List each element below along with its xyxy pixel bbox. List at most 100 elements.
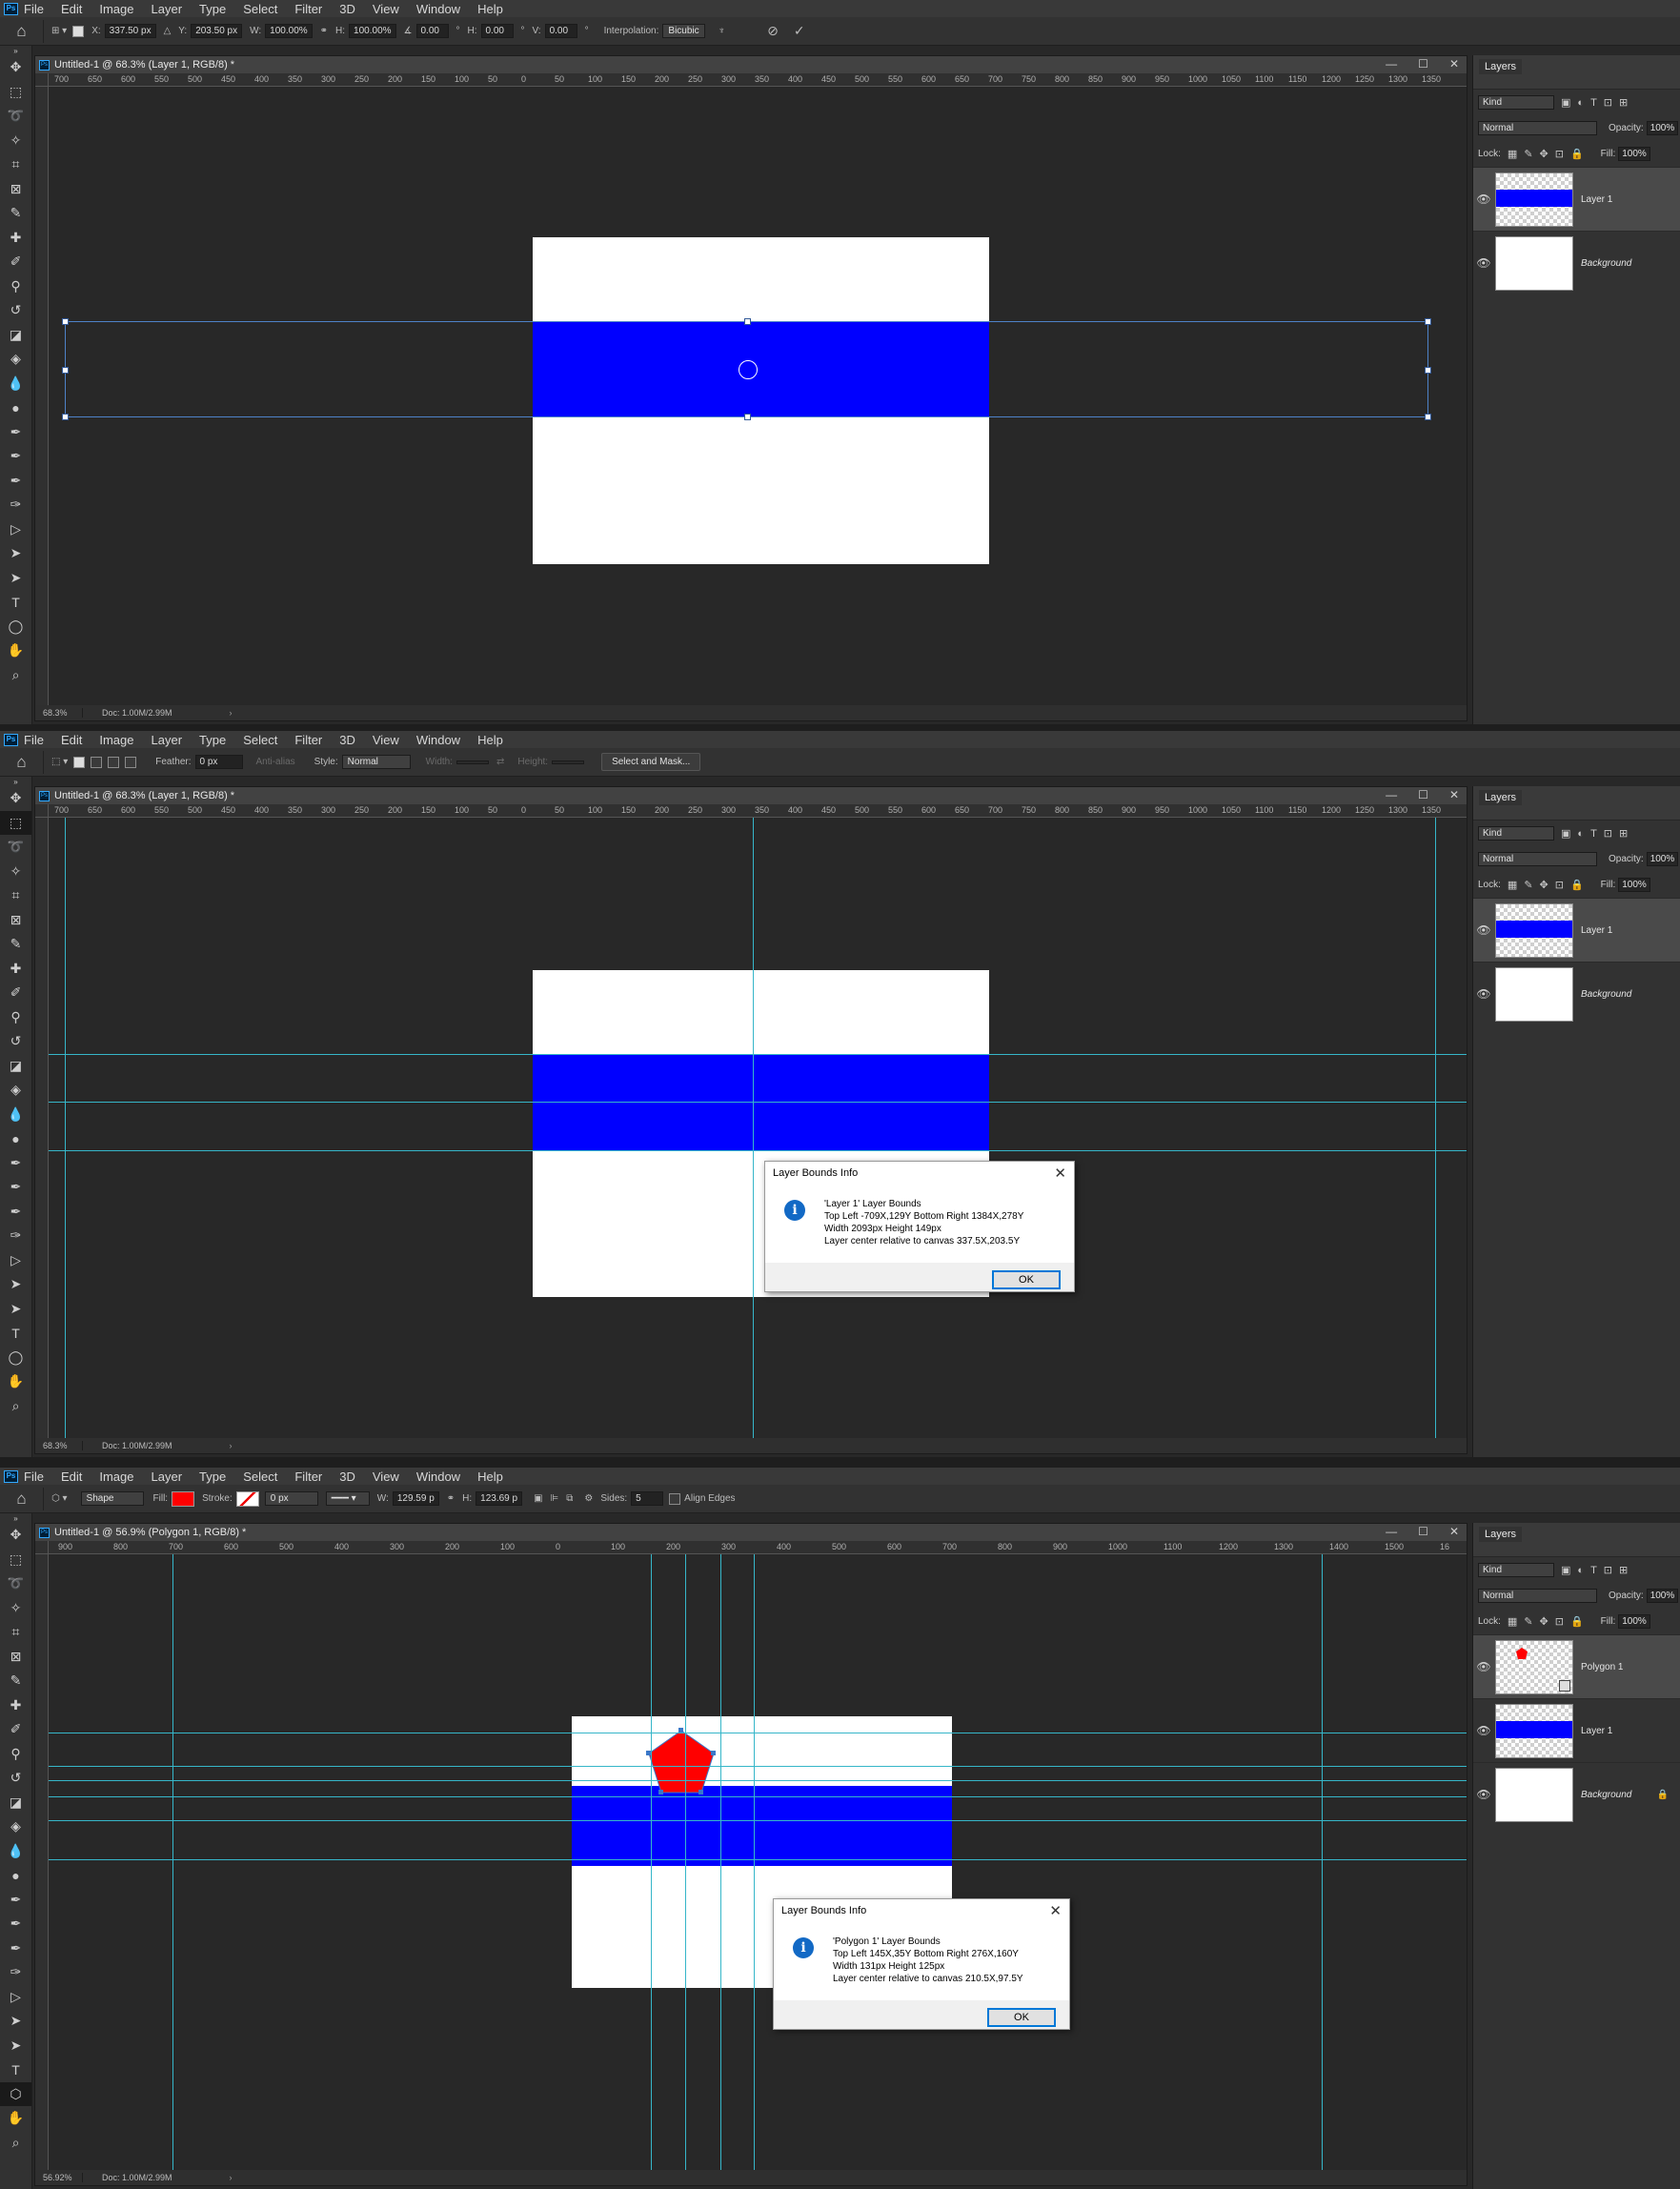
path-operations-icon[interactable]: ▣ (534, 1493, 542, 1504)
eyedropper-tool-icon[interactable]: ✎ (0, 1669, 31, 1693)
hand-tool-icon[interactable]: ✋ (0, 1369, 31, 1394)
height-field[interactable]: 100.00% (349, 24, 396, 38)
pen-tool-4-icon[interactable]: ✑ (0, 1224, 31, 1248)
add-selection-icon[interactable] (91, 756, 103, 768)
guide-vertical[interactable] (651, 1554, 652, 2170)
vskew-field[interactable]: 0.00 (544, 24, 577, 38)
layer-row[interactable]: 👁 Layer 1 (1473, 898, 1680, 962)
ok-button[interactable]: OK (992, 1270, 1061, 1289)
menu-3d[interactable]: 3D (339, 1469, 355, 1484)
ruler-corner[interactable] (35, 804, 49, 818)
visibility-eye-icon[interactable]: 👁 (1473, 1724, 1494, 1737)
reference-point-icon[interactable]: ⊞ ▾ (51, 26, 67, 36)
crop-tool-icon[interactable]: ⌗ (0, 883, 31, 908)
dodge-tool-icon[interactable]: ● (0, 395, 31, 420)
reference-checkbox[interactable] (72, 25, 85, 37)
healing-tool-icon[interactable]: ✚ (0, 1693, 31, 1718)
stroke-type-select[interactable]: ━━━ ▾ (325, 1491, 370, 1506)
layers-tab[interactable]: Layers (1473, 786, 1680, 821)
y-field[interactable]: 203.50 px (191, 24, 243, 38)
ok-button[interactable]: OK (987, 2008, 1056, 2027)
collapse-icon[interactable]: » (0, 46, 31, 55)
status-arrow-icon[interactable]: › (230, 1441, 233, 1450)
ruler-horizontal[interactable]: 900 800 700 600 500 400 300 200 100 0 100 200 300 400… (49, 1541, 1467, 1554)
menu-view[interactable]: View (373, 2, 399, 16)
guide-horizontal[interactable] (49, 1780, 1467, 1781)
polygon-preset-icon[interactable]: ⬡ ▾ (51, 1493, 68, 1504)
menu-window[interactable]: Window (416, 2, 460, 16)
lock-paint-icon[interactable]: ✎ (1524, 879, 1532, 891)
handle-top-mid[interactable] (744, 318, 751, 325)
pen-tool-4-icon[interactable]: ✑ (0, 1960, 31, 1985)
eyedropper-tool-icon[interactable]: ✎ (0, 201, 31, 226)
link-icon[interactable]: ⚭ (447, 1493, 455, 1504)
ruler-corner[interactable] (35, 1541, 49, 1554)
menu-filter[interactable]: Filter (294, 733, 322, 747)
healing-tool-icon[interactable]: ✚ (0, 226, 31, 251)
close-icon[interactable]: ✕ (1449, 1525, 1459, 1538)
canvas-area[interactable] (49, 818, 1467, 1438)
menu-image[interactable]: Image (99, 1469, 133, 1484)
zoom-level[interactable]: 68.3% (35, 708, 83, 718)
ruler-corner[interactable] (35, 73, 49, 87)
visibility-eye-icon[interactable]: 👁 (1473, 1660, 1494, 1673)
stamp-tool-icon[interactable]: ⚲ (0, 1742, 31, 1767)
layer-row[interactable]: 👁 Background (1473, 962, 1680, 1025)
fill-field[interactable]: 100% (1618, 878, 1650, 892)
eraser-tool-icon[interactable]: ◪ (0, 1054, 31, 1079)
frame-tool-icon[interactable]: ⊠ (0, 908, 31, 933)
width-field[interactable]: 100.00% (265, 24, 313, 38)
doc-info[interactable]: Doc: 1.00M/2.99M (102, 708, 172, 718)
handle-top-left[interactable] (62, 318, 69, 325)
filter-pixel-icon[interactable]: ▣ (1561, 96, 1570, 109)
guide-vertical[interactable] (754, 1554, 755, 2170)
sides-field[interactable]: 5 (631, 1491, 664, 1506)
guide-vertical[interactable] (1322, 1554, 1323, 2170)
menu-help[interactable]: Help (477, 733, 503, 747)
kind-filter-select[interactable]: Kind (1478, 95, 1554, 110)
layer-row[interactable]: 👁 Layer 1 (1473, 167, 1680, 231)
maximize-icon[interactable]: ☐ (1418, 57, 1428, 71)
document-tab[interactable]: Ps Untitled-1 @ 68.3% (Layer 1, RGB/8) *… (35, 787, 1467, 804)
pen-tool-icon[interactable]: ✒ (0, 1151, 31, 1176)
lock-artboard-icon[interactable]: ⊡ (1555, 148, 1564, 160)
pen-tool-icon[interactable]: ✒ (0, 420, 31, 445)
menu-select[interactable]: Select (243, 1469, 277, 1484)
menu-3d[interactable]: 3D (339, 733, 355, 747)
guide-horizontal[interactable] (49, 1859, 1467, 1860)
menu-window[interactable]: Window (416, 733, 460, 747)
lasso-tool-icon[interactable]: ➰ (0, 1571, 31, 1596)
menu-type[interactable]: Type (199, 733, 226, 747)
lock-all-icon[interactable]: 🔒 (1570, 879, 1584, 891)
style-select[interactable]: Normal (341, 755, 411, 769)
zoom-tool-icon[interactable]: ⌕ (0, 2131, 31, 2156)
filter-shape-icon[interactable]: ⊡ (1604, 1564, 1612, 1576)
marquee-tool-icon[interactable]: ⬚ (0, 810, 31, 835)
canvas-area[interactable] (49, 87, 1467, 705)
zoom-level[interactable]: 68.3% (35, 1441, 83, 1450)
menu-filter[interactable]: Filter (294, 2, 322, 16)
filter-type-icon[interactable]: T (1590, 97, 1597, 109)
blur-tool-icon[interactable]: 💧 (0, 372, 31, 396)
visibility-eye-icon[interactable]: 👁 (1473, 923, 1494, 937)
eyedropper-tool-icon[interactable]: ✎ (0, 932, 31, 957)
blend-mode-select[interactable]: Normal (1478, 852, 1597, 866)
menu-file[interactable]: File (24, 733, 44, 747)
type-tool-icon[interactable]: T (0, 1321, 31, 1346)
collapse-icon[interactable]: » (0, 777, 31, 786)
handle-top-right[interactable] (1425, 318, 1431, 325)
frame-tool-icon[interactable]: ⊠ (0, 1645, 31, 1670)
minimize-icon[interactable]: — (1386, 1525, 1397, 1538)
lock-all-icon[interactable]: 🔒 (1570, 1615, 1584, 1628)
x-field[interactable]: 337.50 px (104, 24, 156, 38)
visibility-eye-icon[interactable]: 👁 (1473, 193, 1494, 206)
menu-layer[interactable]: Layer (152, 733, 183, 747)
new-selection-icon[interactable] (73, 756, 86, 768)
hand-tool-icon[interactable]: ✋ (0, 638, 31, 663)
lock-transparent-icon[interactable]: ▦ (1508, 1615, 1517, 1628)
status-arrow-icon[interactable]: › (230, 708, 233, 718)
path-alignment-icon[interactable]: ⊫ (551, 1493, 559, 1504)
reference-point-crosshair-icon[interactable] (739, 360, 758, 379)
frame-tool-icon[interactable]: ⊠ (0, 177, 31, 202)
warp-icon[interactable]: ♆ (719, 26, 726, 36)
